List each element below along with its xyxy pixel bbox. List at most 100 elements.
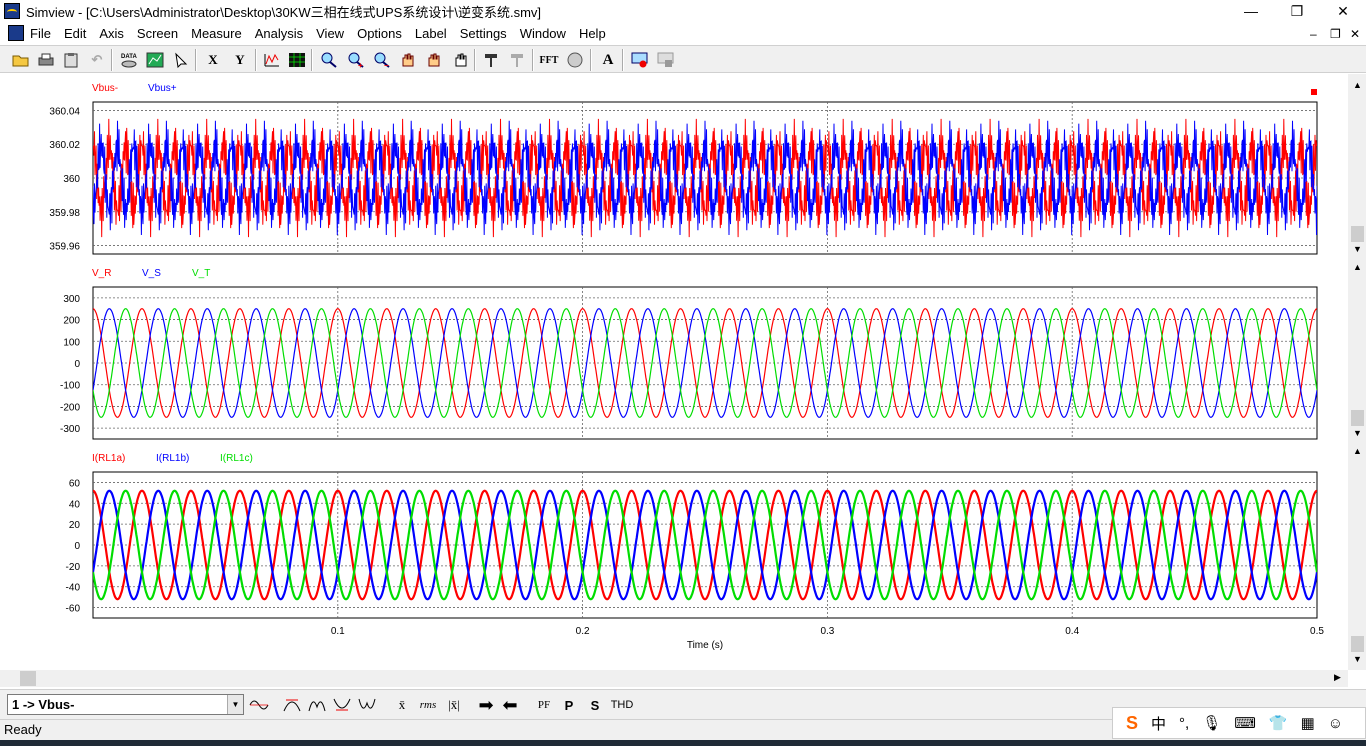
stop-icon[interactable] [655, 49, 677, 71]
peak-icon[interactable] [306, 694, 328, 716]
curve-select[interactable]: 1 -> Vbus- ▼ [7, 694, 244, 715]
scroll-thumb-plot-2[interactable] [1351, 410, 1364, 426]
print-icon[interactable] [35, 49, 57, 71]
plot-panel-2[interactable]: 300 200 100 0 -100 -200 -300 V_R V_S V_T [60, 268, 1318, 440]
pf-button[interactable]: PF [533, 694, 555, 716]
menu-analysis[interactable]: Analysis [255, 26, 303, 41]
menu-settings[interactable]: Settings [460, 26, 507, 41]
menu-axis[interactable]: Axis [99, 26, 124, 41]
pan-2-icon[interactable] [422, 49, 444, 71]
clipboard-icon[interactable] [60, 49, 82, 71]
y-axis-button[interactable]: Y [229, 49, 251, 71]
hscroll-thumb[interactable] [20, 671, 36, 686]
chevron-down-icon[interactable]: ▼ [227, 695, 243, 714]
scroll-thumb-plot-1[interactable] [1351, 226, 1364, 242]
average-icon[interactable]: x̄ [391, 694, 413, 716]
thd-button[interactable]: THD [609, 694, 635, 716]
x-tick-label: 0.5 [1310, 626, 1324, 637]
mdi-restore-icon[interactable]: ❐ [1330, 27, 1341, 41]
probe-disabled-icon[interactable] [506, 49, 528, 71]
toolbar-separator [311, 49, 313, 71]
grid-icon[interactable] [286, 49, 308, 71]
menu-options[interactable]: Options [357, 26, 402, 41]
arrow-right-icon[interactable]: ➡ [476, 694, 496, 716]
legend-i-rl1b-[interactable]: I(RL1b) [156, 453, 189, 464]
sine-icon[interactable] [248, 694, 270, 716]
scroll-down-icon[interactable]: ▼ [1353, 654, 1362, 664]
scroll-down-icon[interactable]: ▼ [1353, 428, 1362, 438]
hand-icon[interactable] [449, 49, 471, 71]
data-icon[interactable]: DATA [118, 49, 140, 71]
menu-window[interactable]: Window [520, 26, 566, 41]
valley-icon[interactable] [356, 694, 378, 716]
minimize-button[interactable]: — [1228, 0, 1274, 22]
x-axis-button[interactable]: X [202, 49, 224, 71]
undo-icon[interactable]: ↶ [86, 49, 108, 71]
scroll-thumb-plot-3[interactable] [1351, 636, 1364, 652]
scroll-up-icon[interactable]: ▲ [1353, 262, 1362, 272]
close-button[interactable]: ✕ [1320, 0, 1366, 22]
ime-keyboard-icon[interactable]: ⌨ [1234, 714, 1256, 732]
ime-apps-icon[interactable]: ▦ [1301, 714, 1315, 732]
s-button[interactable]: S [585, 694, 605, 716]
plot-panel-1[interactable]: 360.04 360.02 360 359.98 359.96 Vbus- Vbus+ [49, 83, 1318, 255]
legend-v-t[interactable]: V_T [192, 268, 210, 279]
y-tick-label: -300 [60, 424, 80, 435]
mdi-minimize-icon[interactable]: – [1310, 27, 1317, 41]
menu-view[interactable]: View [316, 26, 344, 41]
y-tick-label: 300 [63, 294, 80, 305]
plot-area[interactable]: 360.04 360.02 360 359.98 359.96 Vbus- Vbus+ 300… [0, 74, 1348, 670]
legend-i-rl1c-[interactable]: I(RL1c) [220, 453, 253, 464]
zoom-icon[interactable] [318, 49, 340, 71]
p-button[interactable]: P [559, 694, 579, 716]
document-icon[interactable] [8, 25, 24, 41]
pan-icon[interactable] [396, 49, 418, 71]
zoom-out-icon[interactable]: − [371, 49, 393, 71]
vertical-scrollbar[interactable]: ▲ ▼ ▲ ▼ ▲ ▼ [1348, 74, 1366, 670]
menu-screen[interactable]: Screen [137, 26, 178, 41]
ime-punctuation-toggle[interactable]: °, [1179, 715, 1189, 732]
scroll-down-icon[interactable]: ▼ [1353, 244, 1362, 254]
y-tick-label: -100 [60, 381, 80, 392]
max-icon[interactable] [281, 694, 303, 716]
text-button[interactable]: A [597, 49, 619, 71]
x-tick-label: 0.3 [820, 626, 834, 637]
horizontal-scrollbar[interactable]: ▶ [0, 670, 1348, 687]
maximize-button[interactable]: ❐ [1274, 0, 1320, 22]
record-icon[interactable] [629, 49, 651, 71]
legend-v-s[interactable]: V_S [142, 268, 161, 279]
legend-vbus-[interactable]: Vbus- [92, 83, 118, 94]
circle-icon[interactable] [564, 49, 586, 71]
legend-vbus-[interactable]: Vbus+ [148, 83, 177, 94]
zoom-in-icon[interactable]: + [345, 49, 367, 71]
scroll-right-icon[interactable]: ▶ [1334, 672, 1341, 683]
menu-help[interactable]: Help [579, 26, 606, 41]
ime-avatar-icon[interactable]: ☺ [1328, 715, 1343, 732]
fft-button[interactable]: FFT [538, 49, 560, 71]
menu-measure[interactable]: Measure [191, 26, 242, 41]
legend-v-r[interactable]: V_R [92, 268, 111, 279]
ime-language-toggle[interactable]: 中 [1151, 713, 1166, 734]
mdi-close-icon[interactable]: ✕ [1350, 27, 1360, 41]
rms-button[interactable]: rms [416, 694, 440, 716]
abs-average-icon[interactable]: |x̄| [443, 694, 465, 716]
arrow-left-icon[interactable]: ⬅ [500, 694, 520, 716]
ime-skin-icon[interactable]: 👕 [1269, 714, 1288, 732]
open-icon[interactable] [10, 49, 32, 71]
cursor-icon[interactable] [170, 49, 192, 71]
menu-edit[interactable]: Edit [64, 26, 86, 41]
chart-icon[interactable] [144, 49, 166, 71]
ime-microphone-icon[interactable]: 🎙 [1202, 714, 1221, 732]
ime-logo-icon[interactable]: S [1126, 713, 1138, 734]
scroll-up-icon[interactable]: ▲ [1353, 446, 1362, 456]
min-icon[interactable] [331, 694, 353, 716]
probe-icon[interactable] [480, 49, 502, 71]
simview-app-icon[interactable] [4, 3, 20, 19]
menu-label[interactable]: Label [415, 26, 447, 41]
waveform-icon[interactable] [261, 49, 283, 71]
legend-i-rl1a-[interactable]: I(RL1a) [92, 453, 125, 464]
menu-file[interactable]: File [30, 26, 51, 41]
plot-panel-3[interactable]: 60 40 20 0 -20 -40 -60 I(RL1a) I(RL1b) I(RL1c) [66, 453, 1318, 619]
waveform-plots[interactable]: 360.04 360.02 360 359.98 359.96 Vbus- Vbus+ 300… [0, 74, 1348, 670]
scroll-up-icon[interactable]: ▲ [1353, 80, 1362, 90]
